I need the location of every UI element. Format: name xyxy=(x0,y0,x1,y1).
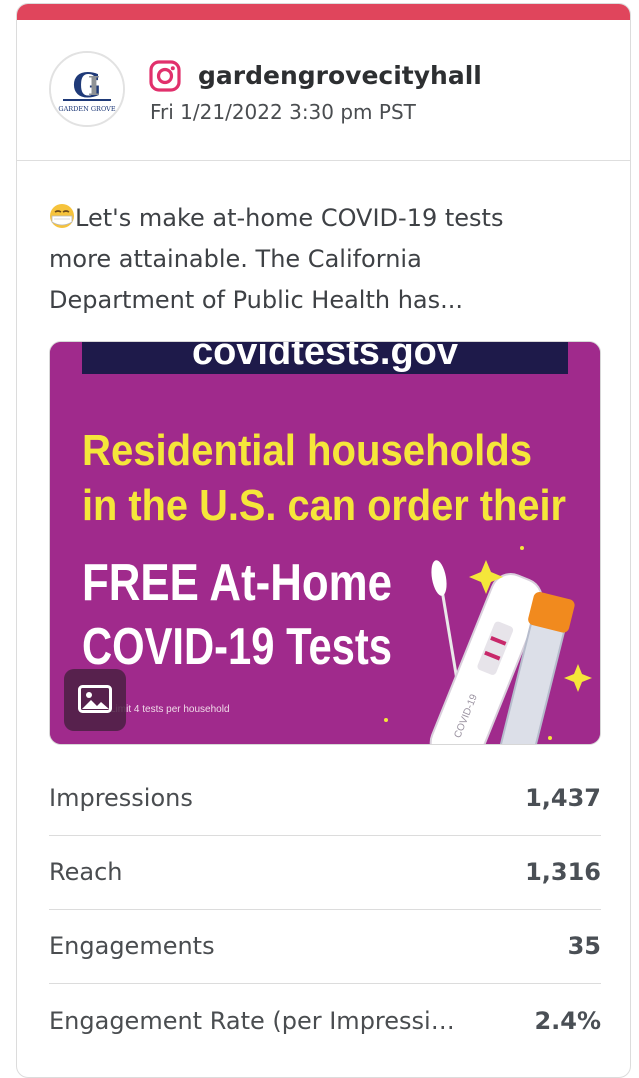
image-headline-1: Residential households xyxy=(82,426,532,475)
image-footnote: Limit 4 tests per household xyxy=(110,704,230,715)
post-date: Fri 1/21/2022 3:30 pm PST xyxy=(150,100,416,124)
metric-value: 35 xyxy=(567,932,601,960)
metric-label: Impressions xyxy=(49,784,193,812)
avatar[interactable]: G I GARDEN GROVE xyxy=(49,51,125,127)
metric-row-engagement-rate: Engagement Rate (per Impressi… 2.4% xyxy=(49,985,601,1059)
instagram-icon xyxy=(149,60,181,92)
image-free-line-1: FREE At-Home xyxy=(82,554,392,612)
account-name[interactable]: gardengrovecityhall xyxy=(198,60,482,92)
post-header: G I GARDEN GROVE gardengrovecityhall Fri… xyxy=(17,20,630,161)
avatar-text: GARDEN GROVE xyxy=(58,105,115,113)
image-type-badge xyxy=(64,669,126,731)
metric-value: 1,316 xyxy=(525,858,601,886)
metric-label: Engagement Rate (per Impressi… xyxy=(49,1007,455,1035)
metric-row-reach: Reach 1,316 xyxy=(49,836,601,910)
mask-emoji-icon xyxy=(50,204,74,228)
image-free-line-2: COVID-19 Tests xyxy=(82,618,392,676)
metric-row-impressions: Impressions 1,437 xyxy=(49,762,601,836)
metric-value: 1,437 xyxy=(525,784,601,812)
image-headline-2: in the U.S. can order their xyxy=(82,481,566,530)
image-icon xyxy=(78,685,112,713)
post-caption: Let's make at-home COVID-19 tests more a… xyxy=(49,198,569,321)
svg-text:I: I xyxy=(88,72,100,102)
post-image[interactable]: covidtests.gov Residential households in… xyxy=(49,341,601,745)
metric-row-engagements: Engagements 35 xyxy=(49,910,601,984)
accent-bar xyxy=(17,4,630,20)
metric-value: 2.4% xyxy=(534,1007,601,1035)
post-card: G I GARDEN GROVE gardengrovecityhall Fri… xyxy=(16,3,631,1078)
metric-label: Reach xyxy=(49,858,123,886)
metric-label: Engagements xyxy=(49,932,215,960)
caption-text: Let's make at-home COVID-19 tests more a… xyxy=(49,204,504,314)
image-top-text: covidtests.gov xyxy=(192,342,458,373)
